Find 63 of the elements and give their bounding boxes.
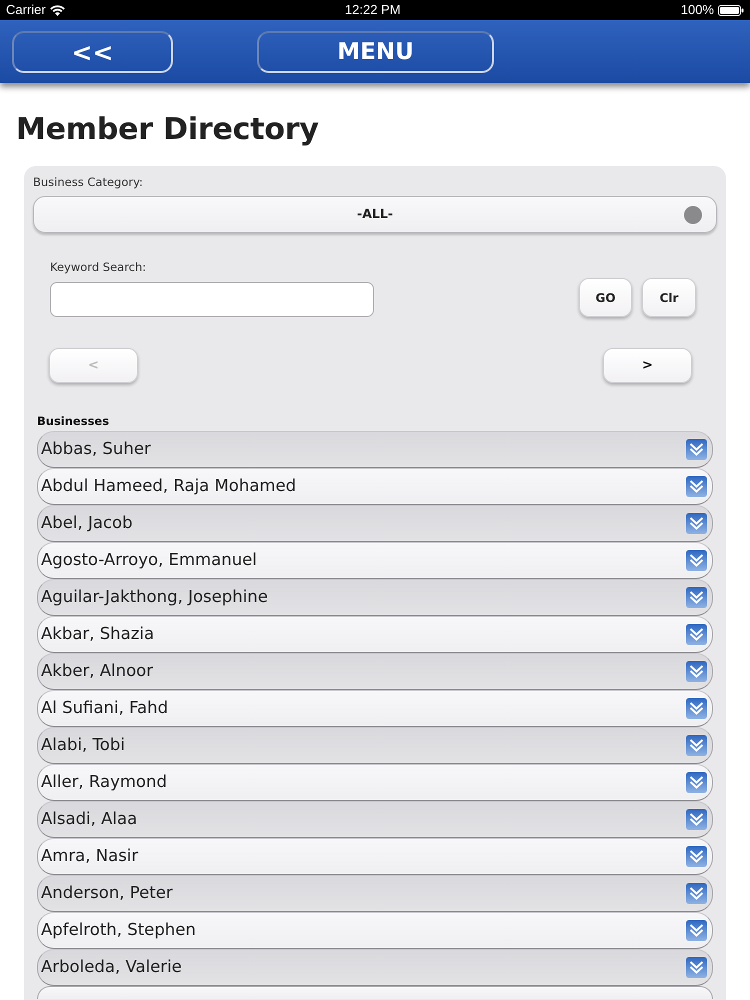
double-chevron-icon: [686, 920, 707, 941]
menu-button[interactable]: MENU: [257, 31, 494, 73]
business-list-item[interactable]: Alsadi, Alaa: [37, 801, 713, 838]
business-list-item[interactable]: Abdul Hameed, Raja Mohamed: [37, 468, 713, 505]
double-chevron-icon: [686, 476, 707, 497]
double-chevron-icon: [686, 809, 707, 830]
double-chevron-icon: [686, 550, 707, 571]
business-list-item[interactable]: [37, 986, 713, 999]
business-list-item[interactable]: Arboleda, Valerie: [37, 949, 713, 986]
business-list-item[interactable]: Abel, Jacob: [37, 505, 713, 542]
double-chevron-icon: [686, 883, 707, 904]
business-name: Apfelroth, Stephen: [41, 919, 197, 942]
business-list-item[interactable]: Alabi, Tobi: [37, 727, 713, 764]
next-page-button[interactable]: >: [603, 348, 692, 383]
double-chevron-icon: [686, 957, 707, 978]
business-list-item[interactable]: Aller, Raymond: [37, 764, 713, 801]
business-name: Abel, Jacob: [41, 512, 134, 534]
carrier-text: Carrier: [6, 1, 46, 19]
business-list-item[interactable]: Al Sufiani, Fahd: [37, 690, 713, 727]
business-list-item[interactable]: Aguilar-Jakthong, Josephine: [37, 579, 713, 616]
business-list-item[interactable]: Agosto-Arroyo, Emmanuel: [37, 542, 713, 579]
keyword-search-label: Keyword Search:: [50, 260, 146, 274]
business-name: Aguilar-Jakthong, Josephine: [41, 586, 269, 608]
wifi-icon: [50, 4, 65, 16]
business-name: Arboleda, Valerie: [41, 956, 183, 978]
double-chevron-icon: [686, 698, 707, 719]
business-list-item[interactable]: Akbar, Shazia: [37, 616, 713, 653]
clear-button[interactable]: Clr: [642, 278, 696, 317]
business-name: Agosto-Arroyo, Emmanuel: [41, 549, 258, 572]
go-button[interactable]: GO: [579, 278, 632, 317]
double-chevron-icon: [686, 513, 707, 534]
business-list-item[interactable]: Amra, Nasir: [37, 838, 713, 875]
battery-percent-text: 100%: [680, 1, 714, 19]
category-dropdown[interactable]: -ALL-: [33, 196, 717, 233]
double-chevron-icon: [686, 846, 707, 867]
business-name: Alsadi, Alaa: [41, 808, 138, 830]
business-list-item[interactable]: Abbas, Suher: [37, 431, 713, 468]
business-name: Akber, Alnoor: [41, 660, 154, 682]
keyword-search-field[interactable]: [50, 282, 374, 317]
business-name: Aller, Raymond: [41, 771, 168, 794]
double-chevron-icon: [686, 624, 707, 645]
business-name: Abdul Hameed, Raja Mohamed: [41, 475, 298, 498]
double-chevron-icon: [686, 661, 707, 682]
double-chevron-icon: [686, 587, 707, 608]
business-list-item[interactable]: Apfelroth, Stephen: [37, 912, 713, 949]
business-name: Akbar, Shazia: [41, 623, 156, 646]
business-name: Abbas, Suher: [41, 438, 152, 460]
time-text: 12:22 PM: [344, 1, 401, 19]
battery-icon: [718, 4, 744, 16]
business-list-item[interactable]: Anderson, Peter: [37, 875, 713, 912]
business-name: Alabi, Tobi: [41, 734, 126, 756]
business-name: Amra, Nasir: [41, 845, 140, 868]
businesses-heading: Businesses: [37, 414, 110, 428]
business-name: Anderson, Peter: [41, 882, 174, 904]
business-list-item[interactable]: Akber, Alnoor: [37, 653, 713, 690]
back-button[interactable]: <<: [12, 31, 173, 73]
double-chevron-icon: [686, 735, 707, 756]
double-chevron-icon: [686, 772, 707, 793]
page-title: Member Directory: [16, 112, 319, 148]
indicator-dot-icon: [684, 206, 702, 224]
double-chevron-icon: [686, 439, 707, 460]
category-label: Business Category:: [33, 175, 143, 189]
business-name: Al Sufiani, Fahd: [41, 697, 170, 720]
